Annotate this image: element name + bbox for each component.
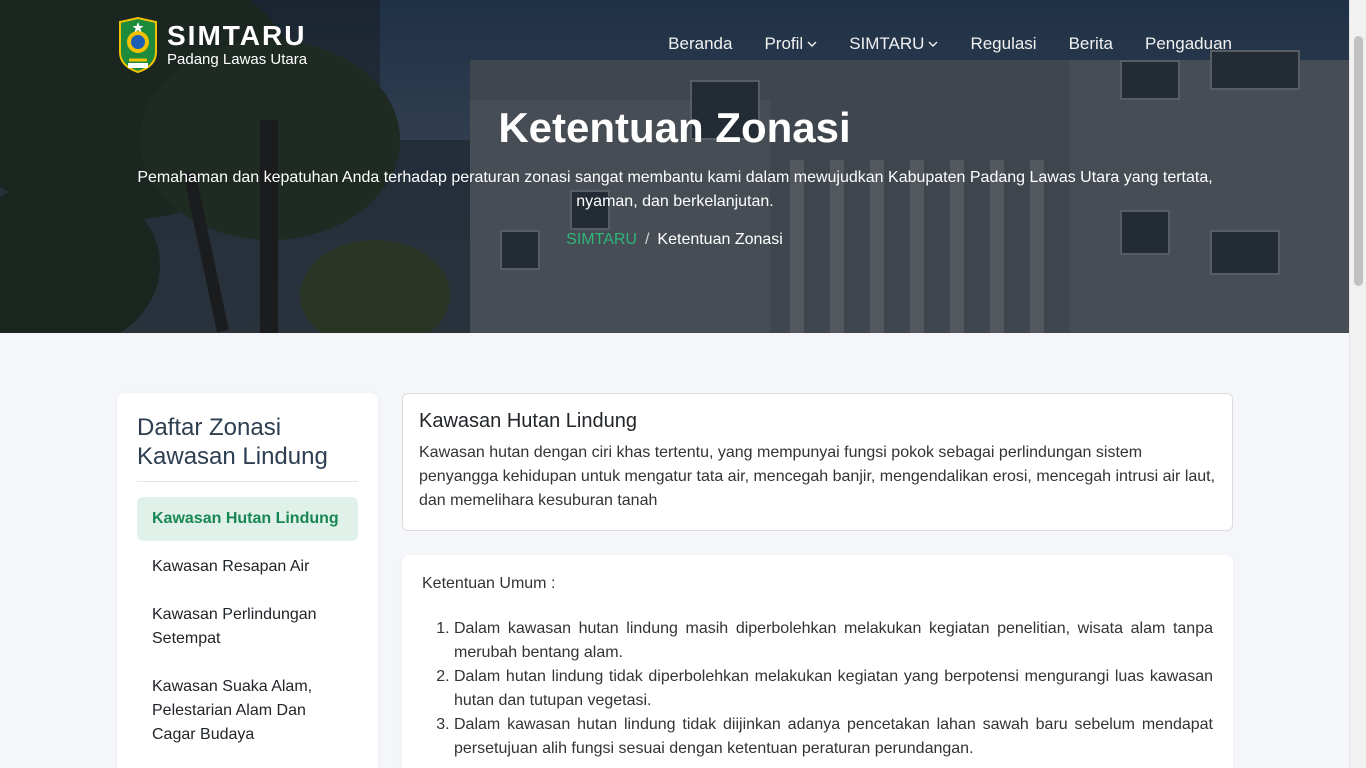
list-item: Dalam hutan lindung tidak diperbolehkan … <box>454 665 1213 713</box>
breadcrumb-separator: / <box>644 231 650 248</box>
sidebar-title: Daftar Zonasi Kawasan Lindung <box>137 413 358 482</box>
sidebar-item-hutan-lindung[interactable]: Kawasan Hutan Lindung <box>137 497 358 541</box>
scrollbar-thumb[interactable] <box>1354 36 1363 286</box>
chevron-down-icon <box>928 41 938 47</box>
breadcrumb-current: Ketentuan Zonasi <box>657 231 783 248</box>
regency-emblem-icon <box>119 16 157 74</box>
main-nav: Beranda Profil SIMTARU Regulasi Berita P… <box>668 34 1232 54</box>
zone-description-card: Kawasan Hutan Lindung Kawasan hutan deng… <box>402 393 1233 531</box>
brand[interactable]: SIMTARU Padang Lawas Utara <box>117 16 307 74</box>
zone-list: Kawasan Hutan Lindung Kawasan Resapan Ai… <box>137 497 358 757</box>
nav-berita[interactable]: Berita <box>1069 34 1113 54</box>
list-item: Dalam kawasan hutan lindung masih diperb… <box>454 617 1213 665</box>
brand-subtitle: Padang Lawas Utara <box>167 51 308 68</box>
brand-title: SIMTARU <box>167 20 307 51</box>
list-item: Dalam kawasan hutan lindung tidak diijin… <box>454 713 1213 761</box>
rules-list: Dalam kawasan hutan lindung masih diperb… <box>422 617 1213 761</box>
hero-banner: SIMTARU Padang Lawas Utara Beranda Profi… <box>0 0 1349 333</box>
nav-pengaduan[interactable]: Pengaduan <box>1145 34 1232 54</box>
zone-description: Kawasan hutan dengan ciri khas tertentu,… <box>419 444 1216 509</box>
breadcrumb: SIMTARU / Ketentuan Zonasi <box>0 231 1349 249</box>
chevron-down-icon <box>807 41 817 47</box>
nav-beranda[interactable]: Beranda <box>668 34 732 54</box>
page-scrollbar[interactable] <box>1349 0 1366 768</box>
hero-description: Pemahaman dan kepatuhan Anda terhadap pe… <box>137 169 1213 210</box>
page-title: Ketentuan Zonasi <box>498 104 851 151</box>
rules-card: Ketentuan Umum : Dalam kawasan hutan lin… <box>402 555 1233 768</box>
breadcrumb-link-simtaru[interactable]: SIMTARU <box>566 231 637 248</box>
sidebar-item-suaka-alam[interactable]: Kawasan Suaka Alam, Pelestarian Alam Dan… <box>137 665 358 757</box>
rules-lead: Ketentuan Umum : <box>422 575 556 592</box>
sidebar-item-resapan-air[interactable]: Kawasan Resapan Air <box>137 545 358 589</box>
zone-title: Kawasan Hutan Lindung <box>419 410 637 432</box>
nav-regulasi[interactable]: Regulasi <box>970 34 1036 54</box>
sidebar-item-perlindungan-setempat[interactable]: Kawasan Perlindungan Setempat <box>137 593 358 661</box>
zone-sidebar: Daftar Zonasi Kawasan Lindung Kawasan Hu… <box>117 393 378 768</box>
nav-profil[interactable]: Profil <box>764 34 817 54</box>
nav-simtaru[interactable]: SIMTARU <box>849 34 938 54</box>
